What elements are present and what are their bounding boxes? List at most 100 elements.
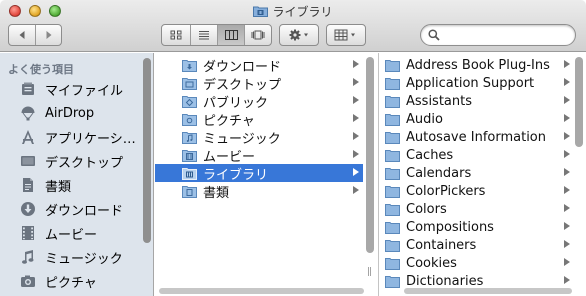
disclosure-arrow-icon [564, 258, 570, 266]
folder-icon [384, 256, 400, 270]
desktop-folder-icon [181, 76, 197, 90]
folder-icon [384, 76, 400, 90]
disclosure-arrow-icon [353, 96, 359, 104]
music-folder-icon [181, 130, 197, 144]
sidebar-item-documents[interactable]: 書類 [0, 173, 140, 197]
applications-icon [17, 127, 39, 147]
view-mode-control [161, 24, 272, 46]
action-menu-button[interactable] [279, 24, 319, 46]
sidebar-item-all-my-files[interactable]: マイファイル [0, 77, 140, 101]
list-item[interactable]: ムービー [155, 146, 363, 165]
pictures-folder-icon [181, 112, 197, 126]
library-folder-icon [181, 166, 197, 180]
disclosure-arrow-icon [564, 240, 570, 248]
column-scrollbar[interactable] [575, 57, 583, 147]
folder-icon [384, 112, 400, 126]
search-field[interactable] [420, 24, 576, 46]
sidebar-item-movies[interactable]: ムービー [0, 221, 140, 245]
browser-column-home: ダウンロード デスクトップ パブリック ピクチャ ミュージック ムービー ライブ… [155, 53, 379, 296]
disclosure-arrow-icon [564, 168, 570, 176]
list-item[interactable]: ピクチャ [155, 110, 363, 129]
list-item[interactable]: パブリック [155, 92, 363, 111]
list-item[interactable]: ダウンロード [155, 56, 363, 75]
list-view-button[interactable] [190, 25, 217, 45]
disclosure-arrow-icon [353, 78, 359, 86]
column-resize-handle[interactable]: || [367, 267, 372, 277]
folder-icon [384, 202, 400, 216]
list-item[interactable]: 書類 [155, 182, 363, 201]
list-item[interactable]: Autosave Information [380, 128, 574, 146]
library-folder-icon [253, 6, 269, 17]
disclosure-arrow-icon [353, 132, 359, 140]
nav-button-group [8, 24, 62, 46]
column-view-button[interactable] [217, 25, 244, 45]
documents-icon [17, 175, 39, 195]
disclosure-arrow-icon [353, 60, 359, 68]
sidebar-scrollbar[interactable] [143, 58, 151, 243]
disclosure-arrow-icon [564, 150, 570, 158]
list-item[interactable]: ミュージック [155, 128, 363, 147]
window-toolbar: ライブラリ [0, 0, 586, 52]
list-item[interactable]: Application Support [380, 74, 574, 92]
disclosure-arrow-icon [564, 96, 570, 104]
sidebar-heading-favorites: よく使う項目 [8, 63, 74, 76]
disclosure-arrow-icon [353, 168, 359, 176]
downloads-folder-icon [181, 58, 197, 72]
music-icon [17, 247, 39, 267]
column-horizontal-scrollbar[interactable] [159, 288, 364, 294]
forward-button[interactable] [35, 25, 61, 45]
column-horizontal-scrollbar[interactable] [404, 288, 572, 294]
list-item[interactable]: Cookies [380, 254, 574, 272]
disclosure-arrow-icon [353, 186, 359, 194]
sidebar-item-label: ムービー [45, 227, 98, 243]
sidebar-item-desktop[interactable]: デスクトップ [0, 149, 140, 173]
folder-icon [384, 130, 400, 144]
disclosure-arrow-icon [564, 132, 570, 140]
browser-column-library: Address Book Plug-Ins Application Suppor… [380, 53, 586, 296]
list-item-selected[interactable]: ライブラリ [155, 164, 363, 183]
sidebar-item-applications[interactable]: アプリケーシ… [0, 125, 140, 149]
disclosure-arrow-icon [353, 150, 359, 158]
sidebar-item-music[interactable]: ミュージック [0, 245, 140, 269]
pictures-icon [17, 271, 39, 291]
column-view-icon [224, 30, 238, 40]
list-item[interactable]: デスクトップ [155, 74, 363, 93]
list-item[interactable]: Audio [380, 110, 574, 128]
window-title-text: ライブラリ [272, 5, 333, 19]
public-folder-icon [181, 94, 197, 108]
disclosure-arrow-icon [564, 186, 570, 194]
arrange-menu-button[interactable] [326, 24, 366, 46]
list-item[interactable]: Assistants [380, 92, 574, 110]
back-button[interactable] [9, 25, 35, 45]
disclosure-arrow-icon [564, 60, 570, 68]
disclosure-arrow-icon [564, 204, 570, 212]
movies-folder-icon [181, 148, 197, 162]
list-item[interactable]: Caches [380, 146, 574, 164]
window-title: ライブラリ [0, 3, 586, 20]
sidebar-item-downloads[interactable]: ダウンロード [0, 197, 140, 221]
sidebar-item-label: ピクチャ [45, 275, 97, 291]
list-item[interactable]: ColorPickers [380, 182, 574, 200]
sidebar-item-label: 書類 [45, 179, 72, 195]
list-item[interactable]: Containers [380, 236, 574, 254]
desktop-icon [17, 151, 39, 171]
coverflow-view-button[interactable] [244, 25, 271, 45]
list-item[interactable]: Colors [380, 200, 574, 218]
sidebar-item-airdrop[interactable]: AirDrop [0, 101, 140, 125]
icon-view-button[interactable] [162, 25, 190, 45]
search-icon [428, 29, 440, 41]
arrange-grid-icon [334, 29, 355, 41]
disclosure-arrow-icon [564, 114, 570, 122]
sidebar-item-label: アプリケーシ… [45, 131, 136, 147]
folder-icon [384, 274, 400, 288]
list-item[interactable]: Compositions [380, 218, 574, 236]
folder-icon [384, 184, 400, 198]
list-item[interactable]: Calendars [380, 164, 574, 182]
sidebar-item-pictures[interactable]: ピクチャ [0, 269, 140, 293]
column-scrollbar[interactable] [366, 57, 374, 253]
gear-icon [289, 29, 308, 41]
list-view-icon [199, 31, 209, 40]
disclosure-arrow-icon [564, 78, 570, 86]
list-item[interactable]: Address Book Plug-Ins [380, 56, 574, 74]
search-input[interactable] [443, 27, 569, 43]
